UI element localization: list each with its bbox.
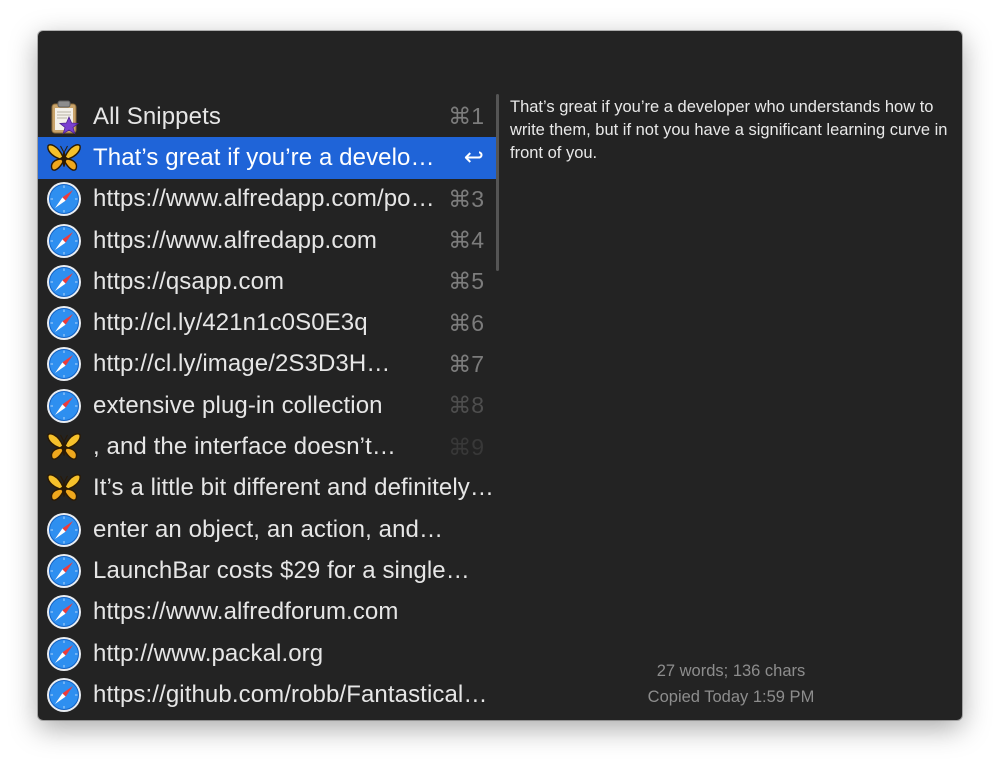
safari-icon [46, 181, 82, 217]
result-item[interactable]: https://github.com/robb/FantasticalWorkf… [38, 674, 496, 715]
shortcut-hint: ⌘6 [448, 309, 484, 336]
result-label: http://cl.ly/421n1c0S0E3q [93, 309, 368, 337]
shortcut-hint: ⌘3 [448, 185, 484, 212]
shortcut-hint: ⌘8 [448, 392, 484, 419]
word-count: 27 words; 136 chars [656, 662, 806, 680]
safari-icon [46, 512, 82, 548]
clipboard-icon [46, 99, 82, 135]
safari-icon [46, 594, 82, 630]
clipboard-history-window: All Snippets ⌘1 That’s great if you’re a d… [38, 31, 962, 720]
result-item[interactable]: https://www.alfredapp.com ⌘4 [38, 220, 496, 261]
result-item[interactable]: https://www.alfredapp.com/powerpack/ ⌘3 [38, 179, 496, 220]
copied-timestamp: Copied Today 1:59 PM [647, 688, 815, 706]
result-label: https://www.alfredapp.com [93, 226, 377, 254]
safari-icon [46, 264, 82, 300]
result-item[interactable]: enter an object, an action, and… [38, 509, 496, 550]
safari-icon [46, 636, 82, 672]
result-item[interactable]: https://www.alfredforum.com [38, 592, 496, 633]
butterfly-icon [46, 429, 82, 465]
shortcut-hint: ⌘1 [448, 103, 484, 130]
result-label: , and the interface doesn’t… [93, 433, 396, 461]
result-item[interactable]: LaunchBar costs $29 for a single… [38, 550, 496, 591]
search-field[interactable] [38, 31, 962, 93]
result-label: https://github.com/robb/FantasticalWorkf… [93, 680, 496, 708]
result-label: extensive plug-in collection [93, 391, 383, 419]
butterfly-icon [46, 470, 82, 506]
result-item[interactable]: http://cl.ly/image/2S3D3H… ⌘7 [38, 344, 496, 385]
shortcut-hint: ⌘5 [448, 268, 484, 295]
result-item[interactable]: All Snippets ⌘1 [38, 96, 496, 137]
result-item[interactable]: , and the interface doesn’t… ⌘9 [38, 426, 496, 467]
result-list: All Snippets ⌘1 That’s great if you’re a d… [38, 96, 496, 715]
result-item[interactable]: extensive plug-in collection ⌘8 [38, 385, 496, 426]
result-label: enter an object, an action, and… [93, 515, 444, 543]
preview-text: That’s great if you’re a developer who u… [510, 98, 948, 162]
result-item[interactable]: http://www.packal.org [38, 633, 496, 674]
result-item[interactable]: That’s great if you’re a developer who u… [38, 137, 496, 179]
result-item[interactable]: https://qsapp.com ⌘5 [38, 261, 496, 302]
shortcut-hint: ⌘9 [448, 433, 484, 460]
butterfly-icon [46, 140, 82, 176]
result-item[interactable]: http://cl.ly/421n1c0S0E3q ⌘6 [38, 302, 496, 343]
result-label: That’s great if you’re a developer who u… [93, 143, 438, 171]
result-label: https://qsapp.com [93, 267, 285, 295]
scrollbar[interactable] [496, 94, 499, 271]
shortcut-hint: ⌘7 [448, 350, 484, 377]
safari-icon [46, 677, 82, 713]
result-label: All Snippets [93, 102, 221, 130]
safari-icon [46, 346, 82, 382]
result-label: http://cl.ly/image/2S3D3H… [93, 350, 391, 378]
result-label: It’s a little bit different and definite… [93, 474, 494, 502]
result-label: http://www.packal.org [93, 639, 324, 667]
result-label: LaunchBar costs $29 for a single… [93, 556, 470, 584]
result-item[interactable]: It’s a little bit different and definite… [38, 468, 496, 509]
safari-icon [46, 305, 82, 341]
result-label: https://www.alfredforum.com [93, 598, 399, 626]
return-key-hint: ↩ [463, 144, 484, 172]
safari-icon [46, 223, 82, 259]
result-label: https://www.alfredapp.com/powerpack/ [93, 185, 438, 213]
safari-icon [46, 553, 82, 589]
shortcut-hint: ⌘4 [448, 227, 484, 254]
safari-icon [46, 388, 82, 424]
